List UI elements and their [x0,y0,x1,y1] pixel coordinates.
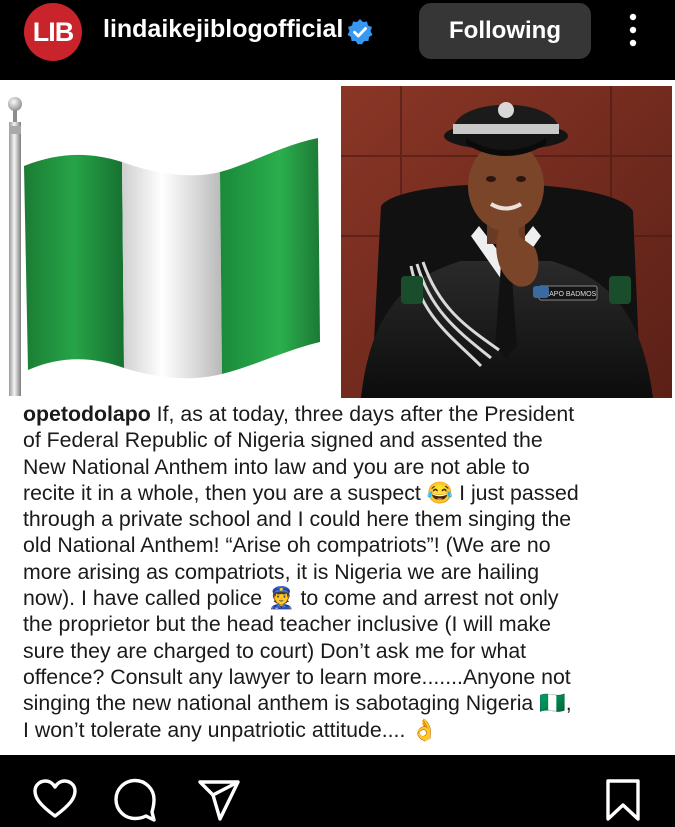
heart-icon[interactable] [32,777,78,823]
caption-line: I won’t tolerate any unpatriotic attitud… [23,717,438,742]
profile-avatar[interactable]: LIB [24,3,82,61]
post-image: OLAPO BADMOS opetodolapo If, as at today… [0,80,675,755]
caption-line: sure they are charged to court) Don’t as… [23,638,527,663]
caption-line: singing the new national anthem is sabot… [23,691,572,716]
caption-line: the proprietor but the head teacher incl… [23,612,551,637]
caption-line: opetodolapo If, as at today, three days … [23,402,575,426]
following-button[interactable]: Following [419,3,591,59]
caption-line: more arising as compatriots, it is Niger… [23,559,540,584]
police-officer-photo: OLAPO BADMOS [341,86,672,398]
more-vertical-icon[interactable] [624,12,642,48]
username-link[interactable]: lindaikejiblogofficial [103,15,343,44]
caption-author[interactable]: opetodolapo [23,402,151,426]
caption-line: offence? Consult any lawyer to learn mor… [23,664,571,689]
post-caption: opetodolapo If, as at today, three days … [23,401,663,743]
share-icon[interactable] [196,777,242,823]
verified-badge-icon [347,19,373,45]
caption-line: New National Anthem into law and you are… [23,454,530,479]
nigerian-flag-image [8,97,320,396]
caption-line: old National Anthem! “Arise oh compatrio… [23,533,551,558]
caption-line: of Federal Republic of Nigeria signed an… [23,428,543,453]
bookmark-icon[interactable] [600,777,646,823]
caption-line: recite it in a whole, then you are a sus… [23,480,579,505]
caption-line: now). I have called police 👮 to come and… [23,586,559,611]
action-bar [0,755,675,827]
post-header: LIB lindaikejiblogofficial Following [0,0,675,80]
caption-line: through a private school and I could her… [23,507,572,532]
comment-icon[interactable] [112,777,158,823]
